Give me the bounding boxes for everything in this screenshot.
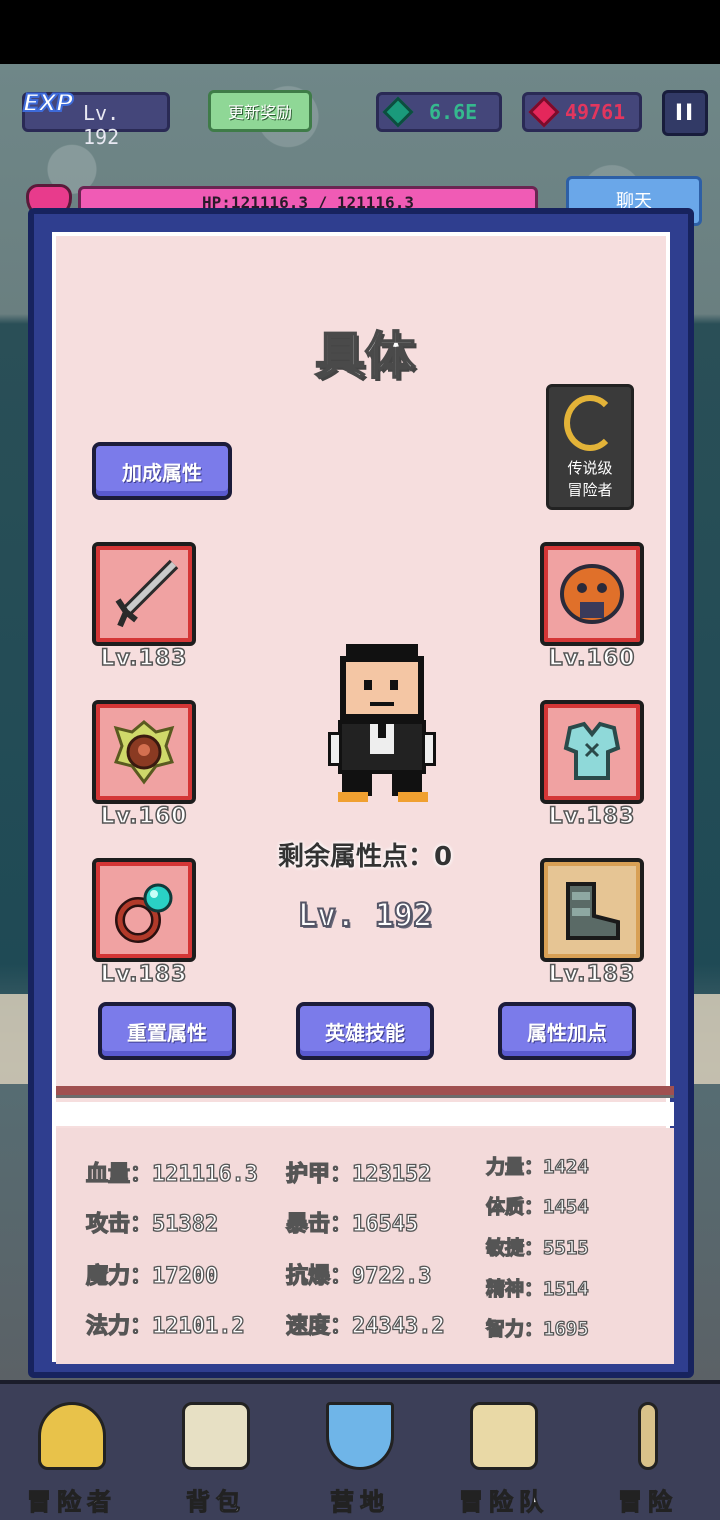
bonus-attributes-button[interactable]: 加成属性 [92,442,232,500]
stat-spirit: 精神：1514 [485,1277,589,1300]
helmet-icon [38,1402,106,1470]
nav-adventure-label: 冒险 [618,1488,678,1517]
stat-mana: 法力：12101.2 [85,1313,245,1339]
nav-adventurer-label: 冒险者 [27,1488,117,1517]
sword-icon [638,1402,658,1470]
player-level: Lv. 192 [83,101,120,149]
weapon-slot[interactable] [92,542,196,646]
nav-camp[interactable]: 营地 [288,1384,432,1520]
stat-armor: 护甲：123152 [285,1161,432,1187]
ring-level: Lv.183 [100,961,188,988]
ruby-currency: 49761 [522,92,642,132]
game-screen: EXP Lv. 192 更新奖励 6.6E 49761 II HP:121116… [0,0,720,1520]
nav-team-label: 冒险队 [459,1488,549,1517]
exp-icon: EXP [22,88,74,118]
hero-character[interactable] [328,644,436,804]
nav-camp-label: 营地 [330,1488,390,1517]
status-bar [0,0,720,64]
ruby-icon [528,96,560,128]
stat-magic: 魔力：17200 [85,1263,219,1289]
panel-title: 具体 [314,326,416,386]
stat-speed: 速度：24343.2 [285,1313,445,1339]
stats-section: 血量：121116.3 攻击：51382 魔力：17200 法力：12101.2… [56,1128,674,1364]
stat-crit-resist: 抗爆：9722.3 [285,1263,432,1289]
update-reward-button[interactable]: 更新奖励 [208,90,312,132]
sword-icon [115,559,179,628]
add-attribute-points-button[interactable]: 属性加点 [498,1002,636,1060]
helmet-slot[interactable] [540,542,644,646]
emblem-level: Lv.160 [100,803,188,830]
nav-adventurer[interactable]: 冒险者 [0,1384,144,1520]
stat-hp: 血量：121116.3 [85,1161,258,1187]
stat-intelligence: 智力：1695 [485,1317,589,1340]
armor-icon [563,721,621,780]
panel-stripe [56,1102,674,1126]
nav-backpack[interactable]: 背包 [144,1384,288,1520]
hero-level: Lv. 192 [297,895,434,935]
armor-slot[interactable] [540,700,644,804]
weapon-level: Lv.183 [100,645,188,672]
stat-crit: 暴击：16545 [285,1211,419,1237]
crest-icon [113,720,175,785]
emerald-icon [382,96,414,128]
nav-team[interactable]: 冒险队 [432,1384,576,1520]
helmet-level: Lv.160 [548,645,636,672]
camp-banner-icon [326,1402,394,1470]
gem-currency: 6.6E [376,92,502,132]
legendary-emblem-icon [564,395,616,451]
nav-adventure[interactable]: 冒险 [576,1384,720,1520]
legendary-adventurer-badge[interactable]: 传说级 冒险者 [546,384,634,510]
ruby-amount: 49761 [565,100,626,124]
nav-backpack-label: 背包 [186,1488,246,1517]
exp-level-display: EXP Lv. 192 [22,88,170,149]
backpack-icon [182,1402,250,1470]
badge-rank: 传说级 [567,459,613,477]
reset-attributes-button[interactable]: 重置属性 [98,1002,236,1060]
stat-agility: 敏捷：5515 [485,1236,589,1259]
armor-level: Lv.183 [548,803,636,830]
emblem-slot[interactable] [92,700,196,804]
helmet-icon [560,564,624,624]
gem-amount: 6.6E [429,100,478,124]
stat-strength: 力量：1424 [485,1155,589,1178]
stat-constitution: 体质：1454 [485,1195,589,1218]
book-icon [470,1402,538,1470]
stat-attack: 攻击：51382 [85,1211,219,1237]
hero-detail-panel: 具体 加成属性 传说级 冒险者 Lv.183 Lv.160 Lv.183 Lv.… [28,208,694,1378]
boots-level: Lv.183 [548,961,636,988]
panel-content: 具体 加成属性 传说级 冒险者 Lv.183 Lv.160 Lv.183 Lv.… [52,232,674,1364]
remaining-attribute-points: 剩余属性点：0 [277,842,453,872]
hero-skills-button[interactable]: 英雄技能 [296,1002,434,1060]
pause-button[interactable]: II [662,90,708,136]
badge-class: 冒险者 [567,481,613,499]
bottom-navigation: 冒险者 背包 营地 冒险队 冒险 [0,1380,720,1520]
panel-divider [56,1086,674,1098]
